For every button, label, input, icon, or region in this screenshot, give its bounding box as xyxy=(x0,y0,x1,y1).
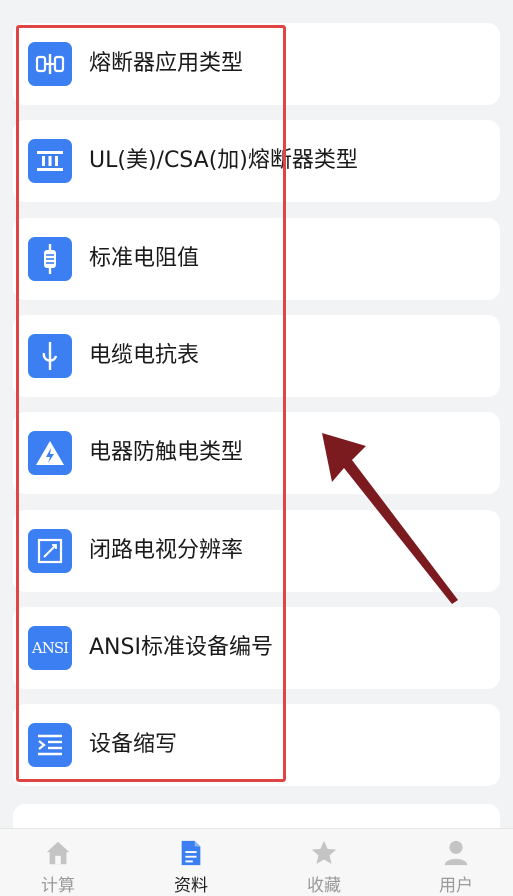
list-item-cctv-resolution[interactable]: 闭路电视分辨率 xyxy=(13,510,500,592)
list-item-ul-csa-fuse-types[interactable]: UL(美)/CSA(加)熔断器类型 xyxy=(13,120,500,202)
item-label: 熔断器应用类型 xyxy=(89,51,244,76)
list-item-equipment-abbreviations[interactable]: 设备缩写 xyxy=(13,704,500,786)
item-label: 标准电阻值 xyxy=(89,246,200,271)
item-label: 闭路电视分辨率 xyxy=(89,538,244,563)
tab-user[interactable]: 用户 xyxy=(411,829,501,896)
list-item-partial[interactable] xyxy=(13,804,500,828)
list-item-ansi-device-numbers[interactable]: ANSI ANSI标准设备编号 xyxy=(13,607,500,689)
item-label: 电器防触电类型 xyxy=(89,440,244,465)
item-label: 设备缩写 xyxy=(89,732,178,757)
item-label: UL(美)/CSA(加)熔断器类型 xyxy=(89,148,358,173)
bottom-tab-bar: 计算 资料 收藏 用户 xyxy=(0,828,513,896)
item-label: ANSI标准设备编号 xyxy=(89,635,273,660)
reactance-icon xyxy=(28,334,72,378)
tab-favorites[interactable]: 收藏 xyxy=(279,829,369,896)
star-icon xyxy=(311,840,337,865)
tab-reference[interactable]: 资料 xyxy=(146,829,236,896)
user-icon xyxy=(444,840,468,866)
list-item-electric-shock-protection-types[interactable]: 电器防触电类型 xyxy=(13,412,500,494)
tab-label: 收藏 xyxy=(307,876,341,896)
abbreviation-list-icon xyxy=(28,723,72,767)
fuse-block-icon xyxy=(28,139,72,183)
high-voltage-icon xyxy=(28,431,72,475)
list-item-fuse-application-types[interactable]: 熔断器应用类型 xyxy=(13,23,500,105)
item-label: 电缆电抗表 xyxy=(89,343,200,368)
document-icon xyxy=(181,840,201,866)
tab-label: 用户 xyxy=(439,876,473,896)
tab-label: 资料 xyxy=(174,876,208,896)
resistor-icon xyxy=(28,237,72,281)
fuse-icon xyxy=(28,42,72,86)
home-icon xyxy=(46,841,70,865)
list-item-standard-resistor-values[interactable]: 标准电阻值 xyxy=(13,218,500,300)
cctv-resolution-icon xyxy=(28,529,72,573)
tab-label: 计算 xyxy=(41,876,75,896)
list-item-cable-reactance-table[interactable]: 电缆电抗表 xyxy=(13,315,500,397)
ansi-icon: ANSI xyxy=(28,626,72,670)
tab-calculate[interactable]: 计算 xyxy=(13,829,103,896)
